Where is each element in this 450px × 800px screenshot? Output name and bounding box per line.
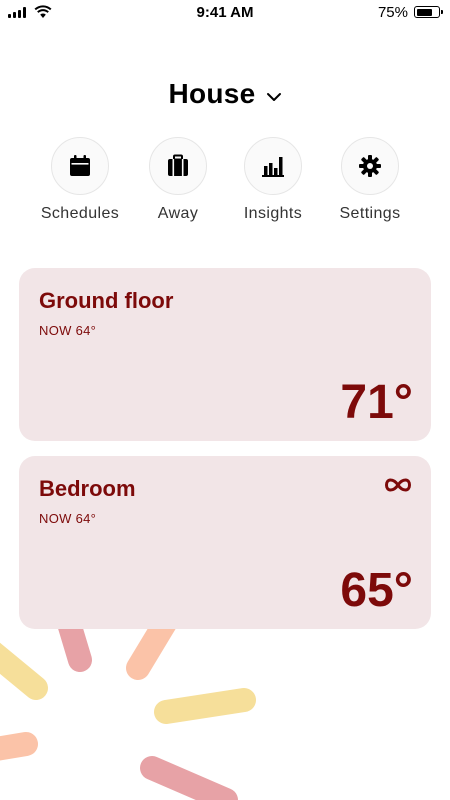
zone-current-temperature: NOW 64°	[39, 323, 97, 338]
zone-target-temperature: 65°	[340, 564, 413, 617]
insights-label: Insights	[243, 205, 303, 222]
zone-card-ground-floor[interactable]: Ground floor NOW 64° 71°	[19, 268, 431, 441]
settings-label: Settings	[339, 205, 401, 222]
zone-name: Bedroom	[39, 476, 136, 501]
away-icon-circle	[149, 137, 207, 195]
suitcase-icon	[168, 154, 188, 176]
settings-icon-circle	[341, 137, 399, 195]
infinity-icon	[385, 478, 411, 492]
schedules-button[interactable]: Schedules	[30, 137, 130, 223]
battery-percent: 75%	[377, 4, 408, 21]
home-selector[interactable]: House	[0, 78, 450, 110]
battery-icon	[414, 6, 443, 18]
calendar-icon	[70, 155, 90, 176]
gear-icon	[359, 155, 381, 177]
streak-yellow	[154, 688, 256, 724]
zone-name: Ground floor	[39, 288, 174, 313]
schedules-label: Schedules	[40, 205, 120, 222]
quick-actions: Schedules Away Insights Settings	[0, 137, 450, 237]
away-button[interactable]: Away	[128, 137, 228, 223]
insights-button[interactable]: Insights	[223, 137, 323, 223]
zone-current-temperature: NOW 64°	[39, 511, 97, 526]
streak-orange	[0, 732, 38, 761]
schedules-icon-circle	[51, 137, 109, 195]
streak-yellow	[0, 642, 48, 700]
zone-card-bedroom[interactable]: Bedroom NOW 64° 65°	[19, 456, 431, 629]
settings-button[interactable]: Settings	[320, 137, 420, 223]
insights-icon-circle	[244, 137, 302, 195]
zone-target-temperature: 71°	[340, 376, 413, 429]
bar-chart-icon	[262, 157, 284, 177]
chevron-down-icon	[266, 93, 281, 101]
home-title: House	[168, 78, 256, 109]
battery-level-fill	[416, 8, 432, 16]
status-bar: 9:41 AM 75%	[0, 0, 450, 26]
streak-pink	[140, 756, 238, 800]
away-label: Away	[157, 205, 199, 222]
